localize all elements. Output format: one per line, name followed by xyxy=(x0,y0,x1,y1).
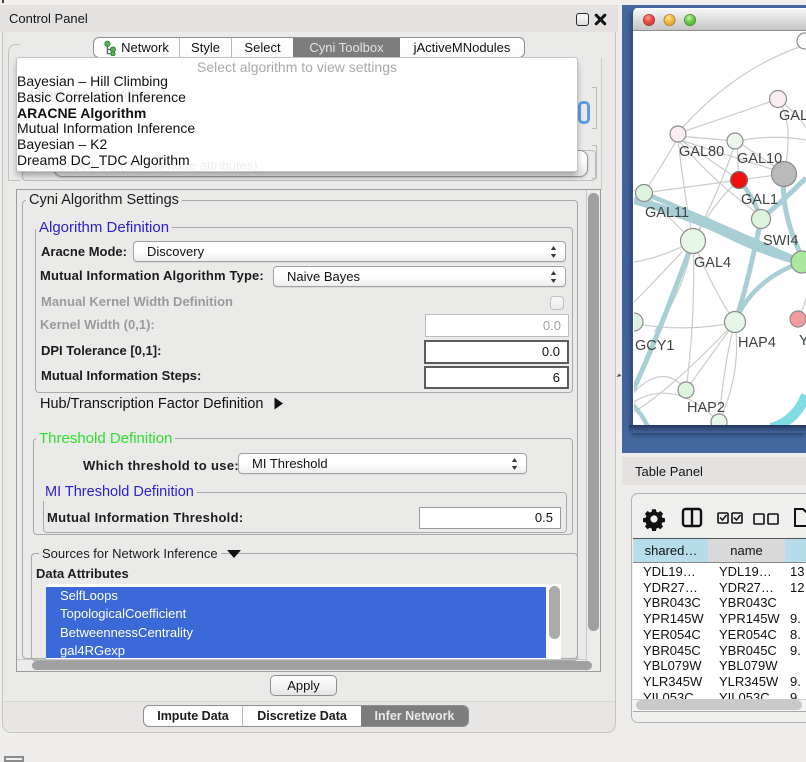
svg-text:Y: Y xyxy=(799,333,806,349)
svg-text:GAL1: GAL1 xyxy=(741,192,778,208)
svg-text:GAL11: GAL11 xyxy=(645,205,689,221)
svg-text:HAP2: HAP2 xyxy=(687,400,725,416)
svg-text:SWI4: SWI4 xyxy=(763,233,798,249)
svg-text:GAL4: GAL4 xyxy=(694,255,731,271)
svg-text:HAP4: HAP4 xyxy=(738,335,776,351)
svg-text:GAL10: GAL10 xyxy=(737,151,782,167)
svg-text:GAL80: GAL80 xyxy=(679,144,724,160)
svg-text:GCY1: GCY1 xyxy=(635,338,675,354)
svg-text:GAL: GAL xyxy=(779,108,806,124)
